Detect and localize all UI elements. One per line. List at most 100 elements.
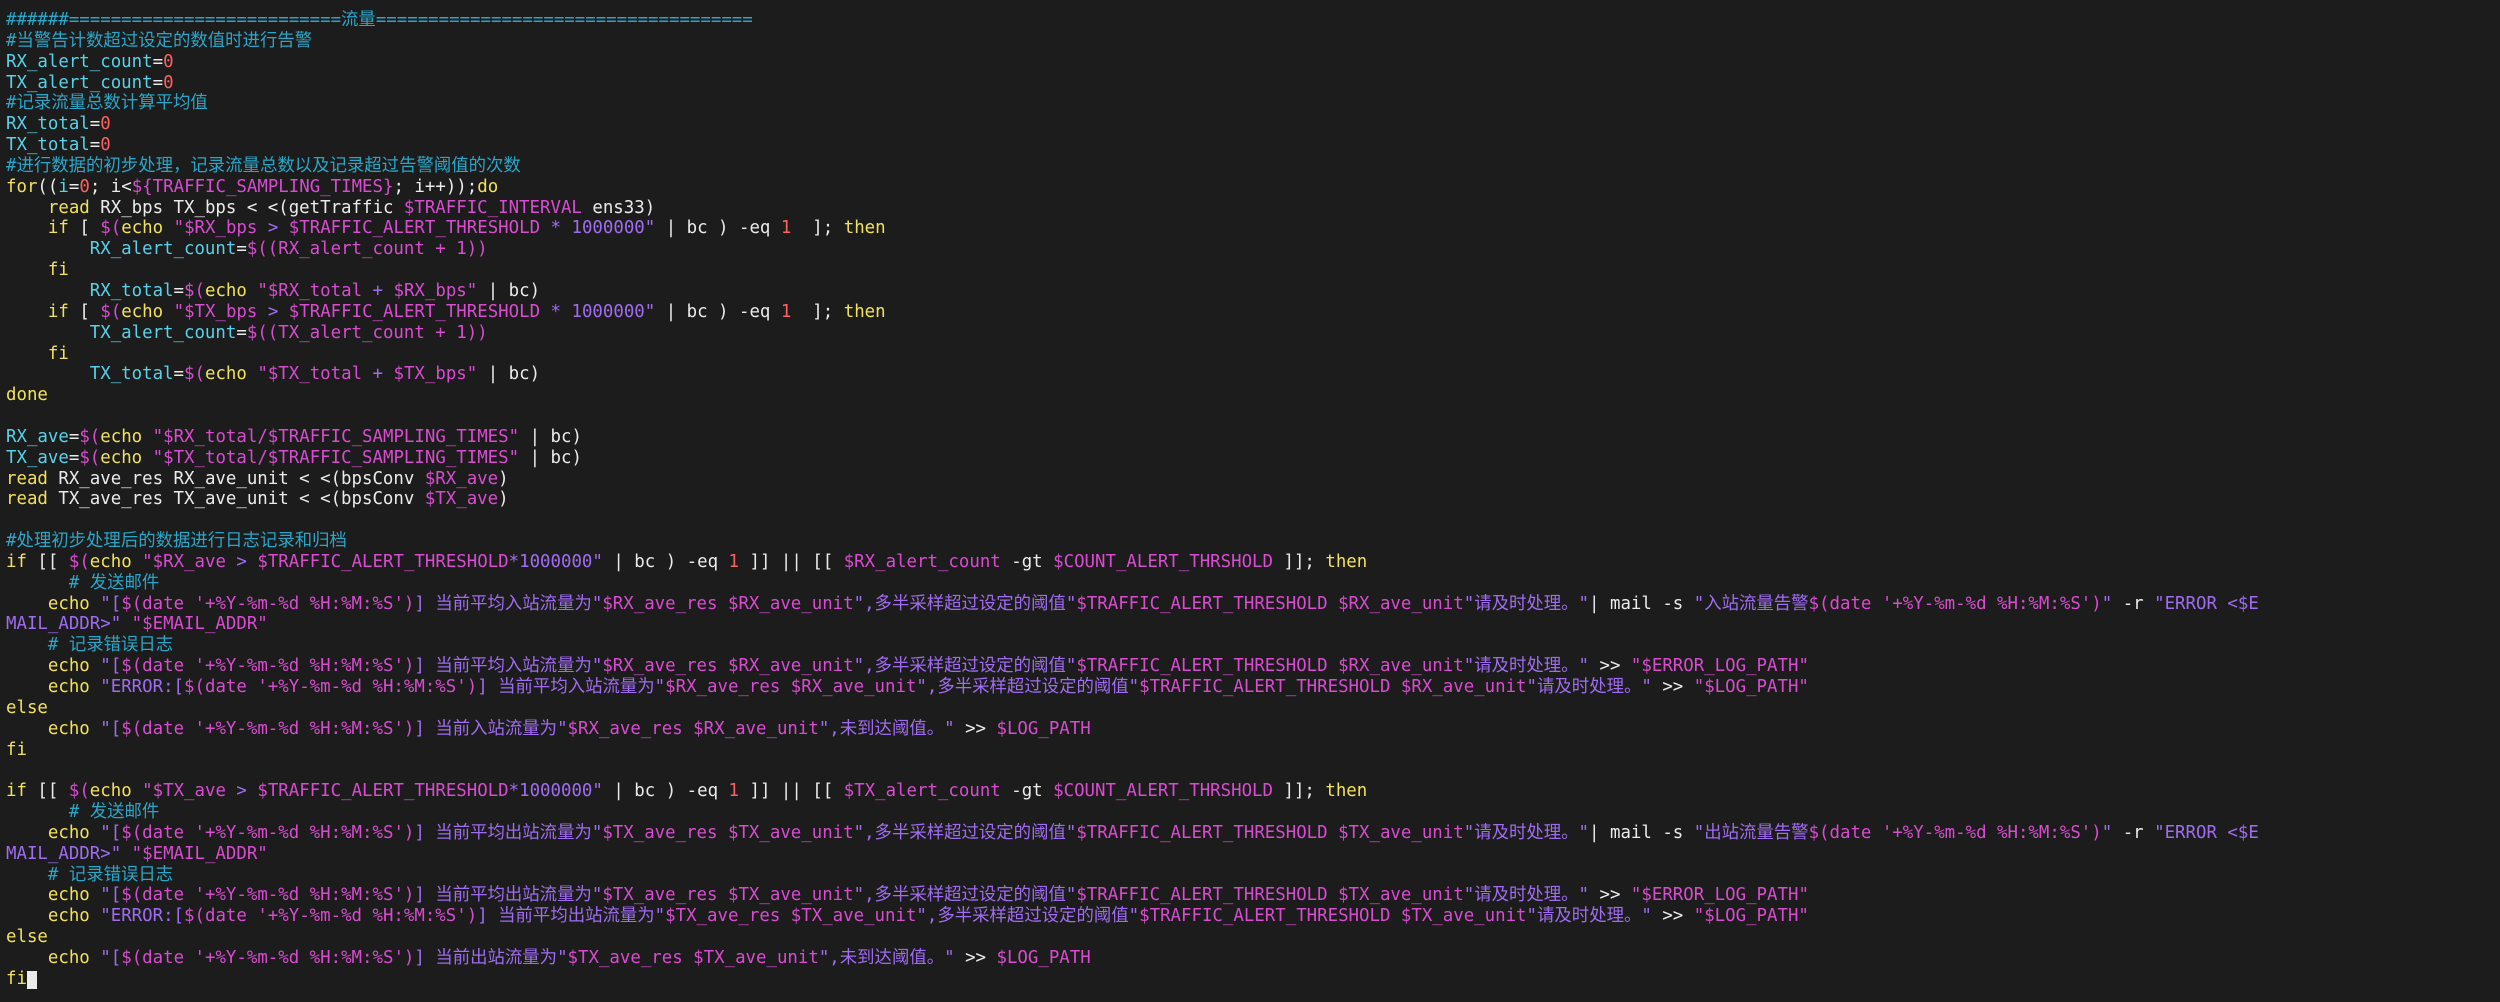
code-token: ) [498, 489, 509, 510]
code-line[interactable]: RX_total=$(echo "$RX_total + $RX_bps" | … [6, 281, 2500, 302]
code-token: >> [1589, 885, 1631, 906]
code-token: RX_alert_count [6, 51, 153, 72]
code-token: echo [100, 426, 143, 447]
code-line[interactable]: fi [6, 969, 2500, 990]
code-token: echo [47, 656, 90, 677]
code-token: MAIL_ADDR>" [6, 843, 122, 864]
code-token: "[ [100, 947, 122, 968]
code-line[interactable]: #进行数据的初步处理，记录流量总数以及记录超过告警阈值的次数 [6, 156, 2500, 177]
code-token: $TRAFFIC_ALERT_THRESHOLD $RX_ave_unit [1076, 593, 1464, 614]
code-line[interactable]: for((i=0; i<${TRAFFIC_SAMPLING_TIMES}; i… [6, 177, 2500, 198]
code-line[interactable]: echo "[$(date '+%Y-%m-%d %H:%M:%S')] 当前出… [6, 948, 2500, 969]
code-line[interactable]: # 记录错误日志 [6, 865, 2500, 886]
code-line[interactable]: ######==========================流量======… [6, 10, 2500, 31]
code-line[interactable]: RX_ave=$(echo "$RX_total/$TRAFFIC_SAMPLI… [6, 427, 2500, 448]
code-token: ]]; [1273, 781, 1326, 802]
script-editor[interactable]: ######==========================流量======… [0, 0, 2500, 990]
code-token: -gt [1000, 781, 1054, 802]
code-token: [[ [26, 781, 69, 802]
code-line[interactable]: RX_alert_count=0 [6, 52, 2500, 73]
code-line[interactable]: if [[ $(echo "$RX_ave > $TRAFFIC_ALERT_T… [6, 552, 2500, 573]
code-line[interactable] [6, 510, 2500, 531]
code-line[interactable]: read TX_ave_res TX_ave_unit < <(bpsConv … [6, 489, 2500, 510]
code-line[interactable]: TX_alert_count=$((TX_alert_count + 1)) [6, 323, 2500, 344]
code-line[interactable]: echo "[$(date '+%Y-%m-%d %H:%M:%S')] 当前平… [6, 594, 2500, 615]
code-line[interactable]: echo "[$(date '+%Y-%m-%d %H:%M:%S')] 当前平… [6, 823, 2500, 844]
code-token: "请及时处理。" [1463, 822, 1590, 843]
code-token: "$TX_bps [173, 301, 258, 322]
code-line[interactable]: TX_total=0 [6, 135, 2500, 156]
terminal-window[interactable]: ######==========================流量======… [0, 0, 2500, 1002]
code-token: = [173, 280, 185, 301]
text-cursor [26, 970, 37, 989]
code-token: + [362, 364, 394, 385]
code-line[interactable] [6, 760, 2500, 781]
code-token: $TRAFFIC_ALERT_THRESHOLD $RX_ave_unit [1076, 656, 1464, 677]
code-line[interactable]: MAIL_ADDR>" "$EMAIL_ADDR" [6, 844, 2500, 865]
code-token: $( [184, 364, 205, 385]
code-token: $TX_alert_count [843, 781, 1001, 802]
code-line[interactable]: else [6, 927, 2500, 948]
code-line[interactable]: # 发送邮件 [6, 802, 2500, 823]
code-line[interactable]: echo "[$(date '+%Y-%m-%d %H:%M:%S')] 当前平… [6, 656, 2500, 677]
code-line[interactable]: echo "[$(date '+%Y-%m-%d %H:%M:%S')] 当前平… [6, 885, 2500, 906]
code-line[interactable]: done [6, 385, 2500, 406]
code-line[interactable]: if [ $(echo "$TX_bps > $TRAFFIC_ALERT_TH… [6, 302, 2500, 323]
code-line[interactable]: fi [6, 260, 2500, 281]
code-line[interactable]: if [ $(echo "$RX_bps > $TRAFFIC_ALERT_TH… [6, 218, 2500, 239]
code-token: "请及时处理。" [1463, 593, 1590, 614]
code-line[interactable]: #当警告计数超过设定的数值时进行告警 [6, 31, 2500, 52]
code-line[interactable]: # 记录错误日志 [6, 635, 2500, 656]
code-token: "[ [100, 718, 122, 739]
code-line[interactable]: read RX_bps TX_bps < <(getTraffic $TRAFF… [6, 198, 2500, 219]
code-token: "$RX_bps [173, 218, 258, 239]
code-token: $TRAFFIC_ALERT_THRESHOLD $TX_ave_unit [1076, 822, 1464, 843]
code-line[interactable]: echo "[$(date '+%Y-%m-%d %H:%M:%S')] 当前入… [6, 719, 2500, 740]
code-token: $(date '+%Y-%m-%d %H:%M:%S') [121, 593, 415, 614]
code-token: 0 [163, 72, 174, 93]
code-line[interactable]: TX_total=$(echo "$TX_total + $TX_bps" | … [6, 364, 2500, 385]
code-line[interactable]: if [[ $(echo "$TX_ave > $TRAFFIC_ALERT_T… [6, 781, 2500, 802]
code-token: $TRAFFIC_ALERT_THRESHOLD $TX_ave_unit [1139, 906, 1527, 927]
code-token: $TRAFFIC_ALERT_THRESHOLD $TX_ave_unit [1076, 885, 1464, 906]
code-token: $( [68, 781, 90, 802]
code-token: # 发送邮件 [6, 572, 160, 593]
code-token: TX_ave [6, 447, 69, 468]
code-line[interactable]: #处理初步处理后的数据进行日志记录和归档 [6, 531, 2500, 552]
code-token: = [89, 135, 101, 156]
code-line[interactable]: TX_alert_count=0 [6, 73, 2500, 94]
code-line[interactable]: fi [6, 740, 2500, 761]
code-line[interactable]: RX_alert_count=$((RX_alert_count + 1)) [6, 239, 2500, 260]
code-token: $( [79, 447, 101, 468]
code-token: | mail -s [1589, 822, 1694, 843]
code-token: fi [47, 260, 69, 281]
code-token: | bc) [519, 426, 582, 447]
code-token: $RX_ave [424, 468, 499, 489]
code-token: "[ [100, 656, 122, 677]
code-line[interactable]: RX_total=0 [6, 114, 2500, 135]
code-token: ] 当前平均出站流量为" [477, 906, 666, 927]
code-token: $( [68, 551, 90, 572]
code-token: -r [2112, 822, 2155, 843]
code-line[interactable]: echo "ERROR:[$(date '+%Y-%m-%d %H:%M:%S'… [6, 677, 2500, 698]
code-line[interactable]: TX_ave=$(echo "$TX_total/$TRAFFIC_SAMPLI… [6, 448, 2500, 469]
code-token: = [173, 364, 185, 385]
code-line[interactable]: echo "ERROR:[$(date '+%Y-%m-%d %H:%M:%S'… [6, 906, 2500, 927]
code-line[interactable]: fi [6, 344, 2500, 365]
code-token: $RX_ave_res $RX_ave_unit [567, 718, 819, 739]
code-token: echo [47, 947, 90, 968]
code-token: *1000000" [508, 551, 603, 572]
code-line[interactable]: else [6, 698, 2500, 719]
code-line[interactable] [6, 406, 2500, 427]
code-line[interactable]: read RX_ave_res RX_ave_unit < <(bpsConv … [6, 469, 2500, 490]
code-line[interactable]: # 发送邮件 [6, 573, 2500, 594]
code-line[interactable]: #记录流量总数计算平均值 [6, 93, 2500, 114]
code-token: > [225, 781, 258, 802]
code-line[interactable]: MAIL_ADDR>" "$EMAIL_ADDR" [6, 614, 2500, 635]
code-token: "$RX_total/$TRAFFIC_SAMPLING_TIMES" [152, 426, 520, 447]
code-token: read [6, 489, 48, 510]
code-token: $RX_bps" [393, 280, 478, 301]
